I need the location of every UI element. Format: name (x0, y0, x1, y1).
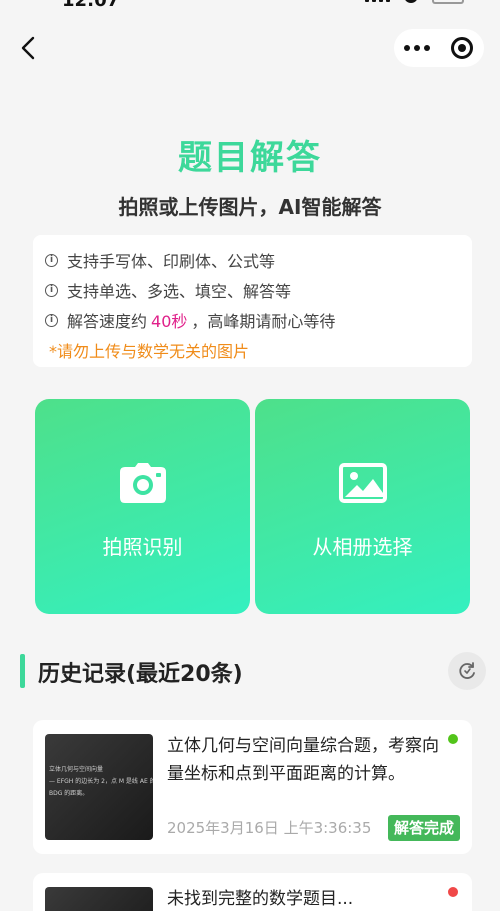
record-thumbnail: 立体几何与空间向量 — EFGH 的边长为 2，点 M 是线 AE 的中点 BD… (45, 734, 153, 840)
history-record[interactable]: 立体几何与空间向量 — EFGH 的边长为 2，点 M 是线 AE 的中点 BD… (33, 720, 472, 854)
more-dots-icon (403, 45, 410, 51)
chevron-left-icon (21, 36, 35, 60)
tip-item: i 支持单选、多选、填空、解答等 (45, 275, 460, 305)
status-time: 12:07 (62, 0, 120, 11)
status-bar: 12:07 (0, 0, 500, 14)
tip-text: 支持单选、多选、填空、解答等 (67, 282, 292, 301)
tip-speed-value: 40秒 (151, 312, 188, 331)
album-button-label: 从相册选择 (312, 535, 413, 559)
record-title: 未找到完整的数学题目... (167, 889, 354, 909)
more-button[interactable] (394, 29, 439, 67)
navigation-bar (0, 20, 500, 76)
tip-speed-suffix: ，高峰期请耐心等待 (191, 312, 336, 331)
camera-recognize-button[interactable]: 拍照识别 (35, 399, 250, 614)
target-icon (450, 37, 473, 59)
tip-text: 支持手写体、印刷体、公式等 (67, 252, 276, 271)
page-subtitle: 拍照或上传图片，AI智能解答 (118, 195, 382, 219)
record-time: 2025年3月16日 上午3:36:35 (167, 819, 372, 837)
album-select-button[interactable]: 从相册选择 (255, 399, 470, 614)
tip-item-speed: i 解答速度约 40秒 ，高峰期请耐心等待 (45, 305, 460, 335)
image-icon (338, 463, 387, 503)
record-thumbnail (45, 887, 153, 911)
history-record[interactable]: 未找到完整的数学题目... (33, 873, 472, 911)
refresh-icon (459, 662, 475, 679)
tip-warning: *请勿上传与数学无关的图片 (49, 342, 250, 361)
battery-icon (432, 0, 464, 4)
history-accent-bar (20, 654, 25, 688)
info-icon: i (45, 253, 58, 267)
history-header: 历史记录(最近20条) (20, 650, 486, 692)
history-title: 历史记录(最近20条) (38, 662, 243, 687)
back-button[interactable] (10, 30, 46, 66)
tip-item: i 支持手写体、印刷体、公式等 (45, 245, 460, 275)
tips-card: i 支持手写体、印刷体、公式等 i 支持单选、多选、填空、解答等 i 解答速度约… (33, 235, 472, 367)
camera-button-label: 拍照识别 (102, 535, 183, 559)
tip-speed-prefix: 解答速度约 (67, 312, 148, 331)
status-dot (448, 887, 458, 897)
status-icons (365, 0, 464, 4)
info-icon: i (45, 283, 58, 297)
refresh-button[interactable] (448, 652, 486, 690)
camera-icon (119, 463, 166, 503)
page-title: 题目解答 (178, 138, 322, 178)
close-mini-program-button[interactable] (439, 29, 484, 67)
info-icon: i (45, 313, 58, 327)
wifi-icon (404, 0, 418, 3)
signal-icon (365, 0, 390, 2)
status-badge: 解答完成 (387, 815, 460, 841)
status-dot (448, 734, 458, 744)
record-title: 立体几何与空间向量综合题，考察向量坐标和点到平面距离的计算。 (167, 736, 439, 784)
mini-program-capsule (394, 29, 484, 67)
